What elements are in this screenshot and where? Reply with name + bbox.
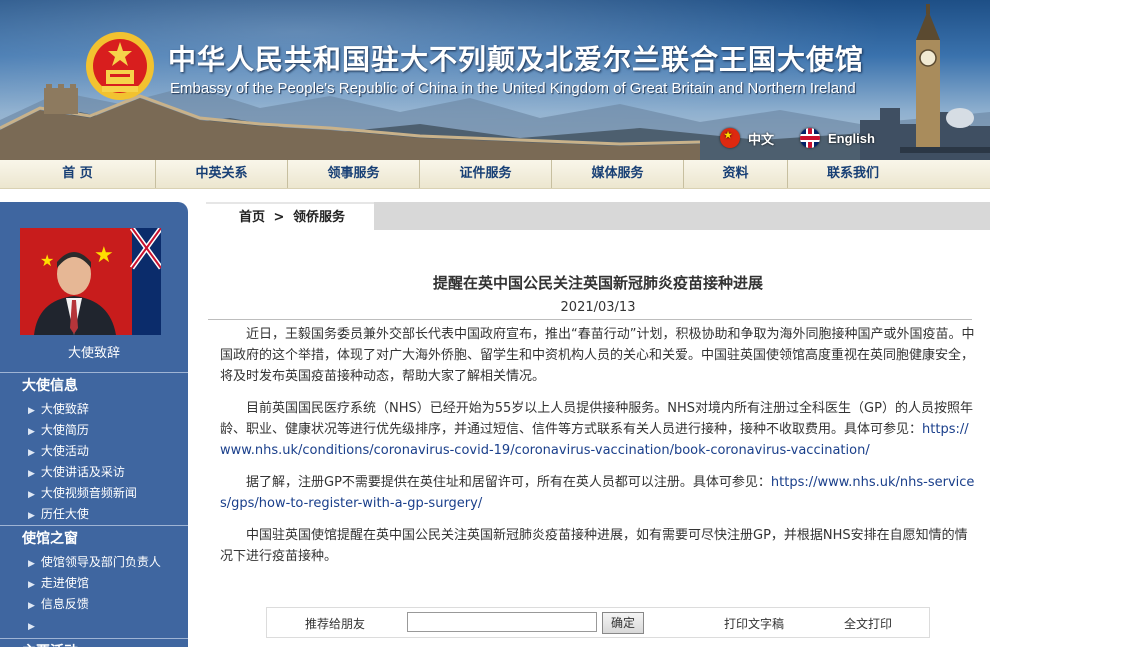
recommend-label: 推荐给朋友 — [305, 617, 366, 631]
arrow-right-icon: ▶ — [28, 511, 35, 521]
embassy-title-cn: 中华人民共和国驻大不列颠及北爱尔兰联合王国大使馆 — [168, 43, 865, 76]
lang-english-link[interactable]: English — [800, 127, 875, 149]
sidebar-item-about-embassy[interactable]: ▶ 走进使馆 — [0, 573, 188, 594]
nav-consular-services[interactable]: 领事服务 — [288, 160, 420, 188]
recommend-email-input[interactable] — [407, 612, 597, 632]
article-title: 提醒在英中国公民关注英国新冠肺炎疫苗接种进展 — [432, 274, 763, 292]
sidebar-item-label: 大使讲话及采访 — [40, 465, 125, 479]
sidebar-item-label: 大使简历 — [40, 423, 89, 437]
article-body: 近日，王毅国务委员兼外交部长代表中国政府宣布，推出“春苗行动”计划，积极协助和争… — [220, 324, 976, 578]
sidebar-section-title: 使馆之窗 — [0, 525, 188, 552]
sidebar-item-embassy-leaders[interactable]: ▶ 使馆领导及部门负责人 — [0, 552, 188, 573]
sidebar-item-label: 大使视频音频新闻 — [40, 486, 137, 500]
sidebar-item-speeches-interviews[interactable]: ▶ 大使讲话及采访 — [0, 462, 188, 483]
article-paragraph: 据了解，注册GP不需要提供在英住址和居留许可，所有在英人员都可以注册。具体可参见… — [220, 472, 976, 514]
main-nav: 首 页 中英关系 领事服务 证件服务 媒体服务 资料 联系我们 — [0, 160, 990, 189]
arrow-right-icon: ▶ — [28, 469, 35, 479]
breadcrumb-current[interactable]: 领侨服务 — [293, 210, 345, 225]
sidebar-item-label: 大使活动 — [40, 444, 89, 458]
print-full-link[interactable]: 全文打印 — [844, 615, 892, 632]
china-flag-icon — [720, 128, 740, 148]
left-sidebar: ★ ★ 大使致辞 大使信息 ▶ 大使致辞 ▶ 大使简历 ▶ 大使活动 ▶ 大使讲话及采访… — [0, 202, 188, 647]
breadcrumb-separator: > — [273, 210, 285, 225]
arrow-right-icon: ▶ — [28, 601, 35, 611]
arrow-right-icon: ▶ — [28, 406, 35, 416]
nav-home[interactable]: 首 页 — [0, 160, 156, 188]
embassy-title-en: Embassy of the People's Republic of Chin… — [170, 80, 856, 97]
breadcrumb-home[interactable]: 首页 — [239, 210, 265, 225]
sidebar-section-title: 主要活动 — [0, 638, 188, 647]
ambassador-caption[interactable]: 大使致辞 — [0, 342, 188, 361]
sidebar-item-ambassador-speech[interactable]: ▶ 大使致辞 — [0, 399, 188, 420]
title-divider — [208, 319, 972, 320]
nav-contact-us[interactable]: 联系我们 — [788, 160, 918, 188]
nav-resources[interactable]: 资料 — [684, 160, 788, 188]
paragraph-text: 目前英国国民医疗系统（NHS）已经开始为55岁以上人员提供接种服务。NHS对境内… — [220, 401, 973, 437]
breadcrumb: 首页 > 领侨服务 — [206, 202, 374, 232]
paragraph-text: 据了解，注册GP不需要提供在英住址和居留许可，所有在英人员都可以注册。具体可参见… — [246, 475, 771, 490]
arrow-right-icon: ▶ — [28, 448, 35, 458]
svg-text:★: ★ — [40, 251, 54, 270]
uk-flag-icon — [800, 128, 820, 148]
lang-chinese-label: 中文 — [748, 131, 775, 147]
sidebar-item-label: 大使致辞 — [40, 402, 89, 416]
sidebar-item-former-ambassadors[interactable]: ▶ 历任大使 — [0, 504, 188, 525]
lang-english-label: English — [828, 130, 875, 146]
header-banner: 中华人民共和国驻大不列颠及北爱尔兰联合王国大使馆 Embassy of the … — [0, 0, 990, 160]
arrow-right-icon: ▶ — [28, 580, 35, 590]
ambassador-photo[interactable]: ★ ★ — [20, 228, 161, 335]
article-date: 2021/03/13 — [560, 300, 636, 315]
sidebar-section-ambassador: 大使信息 ▶ 大使致辞 ▶ 大使简历 ▶ 大使活动 ▶ 大使讲话及采访 ▶ 大使视频音频新… — [0, 372, 188, 525]
arrow-right-icon: ▶ — [28, 622, 35, 632]
confirm-button[interactable]: 确定 — [602, 612, 644, 634]
nav-media-services[interactable]: 媒体服务 — [552, 160, 684, 188]
sidebar-item-ambassador-bio[interactable]: ▶ 大使简历 — [0, 420, 188, 441]
lang-chinese-link[interactable]: 中文 — [720, 127, 774, 149]
article-tools-bar: 推荐给朋友 确定 打印文字稿 全文打印 — [266, 607, 930, 638]
sidebar-item-label: 走进使馆 — [40, 576, 89, 590]
sidebar-item-video-audio-news[interactable]: ▶ 大使视频音频新闻 — [0, 483, 188, 504]
arrow-right-icon: ▶ — [28, 490, 35, 500]
nav-china-uk-relations[interactable]: 中英关系 — [156, 160, 288, 188]
svg-text:★: ★ — [94, 243, 114, 268]
article-paragraph: 中国驻英国使馆提醒在英中国公民关注英国新冠肺炎疫苗接种进展，如有需要可尽快注册G… — [220, 528, 968, 564]
sidebar-section-title: 大使信息 — [0, 372, 188, 399]
sidebar-section-activities: 主要活动 — [0, 638, 188, 647]
sidebar-section-embassy: 使馆之窗 ▶ 使馆领导及部门负责人 ▶ 走进使馆 ▶ 信息反馈 ▶ — [0, 525, 188, 636]
sidebar-item-feedback[interactable]: ▶ 信息反馈 — [0, 594, 188, 615]
arrow-right-icon: ▶ — [28, 427, 35, 437]
sidebar-item-label: 历任大使 — [40, 507, 89, 521]
nav-document-services[interactable]: 证件服务 — [420, 160, 552, 188]
sidebar-item-empty[interactable]: ▶ — [0, 615, 188, 636]
sidebar-item-label: 信息反馈 — [40, 597, 89, 611]
sidebar-item-ambassador-activities[interactable]: ▶ 大使活动 — [0, 441, 188, 462]
article-paragraph: 近日，王毅国务委员兼外交部长代表中国政府宣布，推出“春苗行动”计划，积极协助和争… — [220, 327, 975, 384]
article-paragraph: 目前英国国民医疗系统（NHS）已经开始为55岁以上人员提供接种服务。NHS对境内… — [220, 398, 976, 461]
arrow-right-icon: ▶ — [28, 559, 35, 569]
print-text-link[interactable]: 打印文字稿 — [724, 615, 784, 632]
sidebar-item-label: 使馆领导及部门负责人 — [40, 555, 161, 569]
national-emblem-icon — [84, 30, 156, 104]
